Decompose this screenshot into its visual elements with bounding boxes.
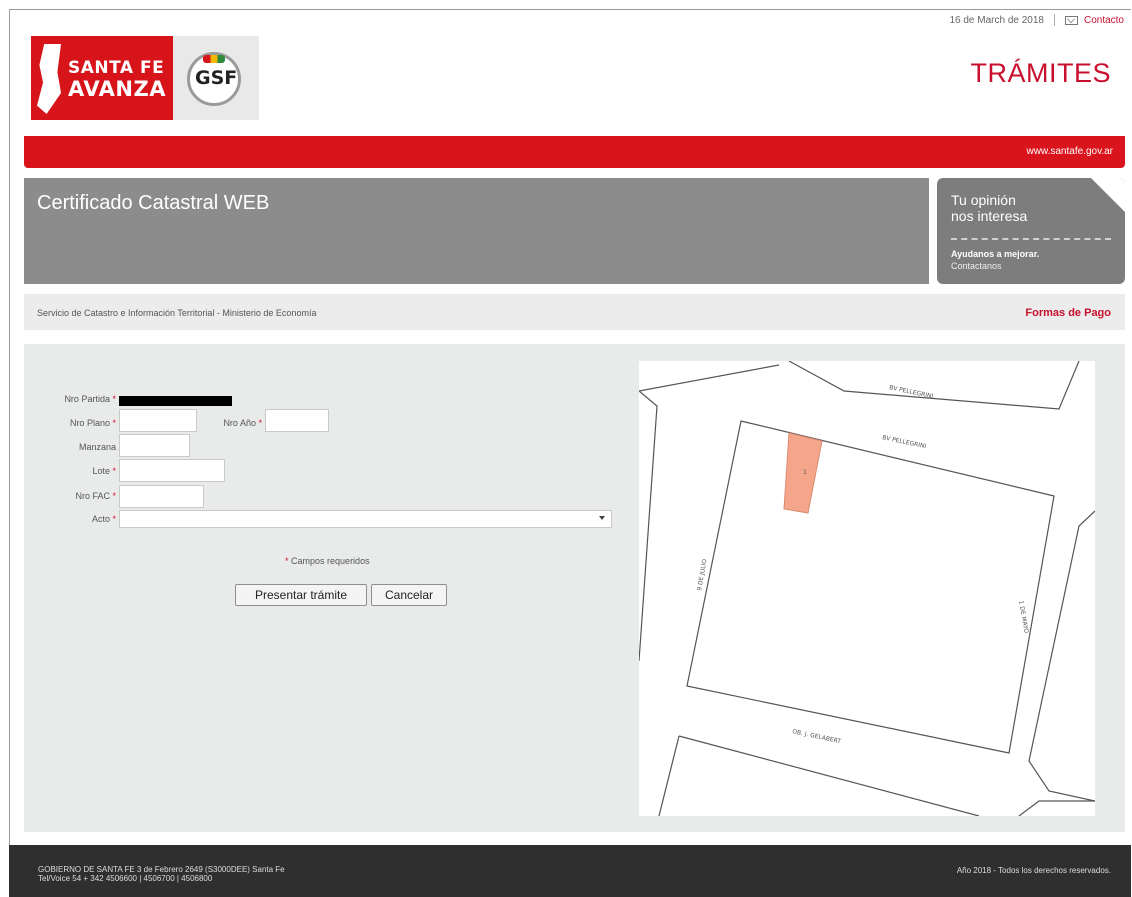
nro-plano-label: Nro Plano *: [69, 418, 116, 428]
feedback-line2: nos interesa: [951, 208, 1028, 224]
block-right: [1028, 510, 1095, 802]
acto-label: Acto *: [91, 514, 116, 524]
lote-input[interactable]: [119, 459, 225, 482]
main-block[interactable]: [686, 420, 1055, 754]
cancel-button[interactable]: Cancelar: [371, 584, 447, 606]
section-title: TRÁMITES: [970, 58, 1111, 88]
site-url-link[interactable]: www.santafe.gov.ar: [1026, 146, 1113, 157]
submit-button[interactable]: Presentar trámite: [235, 584, 367, 606]
service-name: Servicio de Catastro e Información Terri…: [37, 308, 317, 318]
current-date: 16 de March de 2018: [949, 14, 1044, 26]
footer: GOBIERNO DE SANTA FE 3 de Febrero 2649 (…: [9, 845, 1131, 897]
street-label-bottom: OB. J. GELABERT: [792, 728, 842, 745]
lote-label: Lote *: [92, 466, 116, 476]
gsf-logo-text: GSF: [195, 67, 238, 89]
gsf-logo[interactable]: GSF: [173, 36, 259, 120]
block-top: [788, 361, 1080, 410]
divider: [1053, 14, 1055, 26]
page-title: Certificado Catastral WEB: [37, 192, 270, 214]
feedback-contact-link[interactable]: Contactanos: [951, 261, 1002, 271]
nro-fac-label: Nro FAC *: [75, 491, 116, 501]
nro-fac-input[interactable]: [119, 485, 204, 508]
nro-anio-input[interactable]: [265, 409, 329, 432]
block-left: [639, 390, 658, 662]
service-bar: Servicio de Catastro e Información Terri…: [24, 294, 1125, 330]
manzana-label: Manzana: [78, 442, 116, 452]
page-fold-icon: [1091, 178, 1125, 212]
contact-link[interactable]: Contacto: [1084, 15, 1124, 26]
acto-select[interactable]: [119, 510, 612, 528]
logo-text-line1: SANTA FE: [68, 58, 165, 78]
block-bottom-right: [1018, 800, 1095, 816]
required-fields-note: * Campos requeridos: [285, 556, 370, 566]
mail-icon[interactable]: [1064, 15, 1078, 25]
chevron-down-icon: [599, 516, 605, 520]
dashed-divider: [951, 238, 1111, 240]
block-bottom-left: [658, 735, 680, 816]
block-bottom: [678, 735, 980, 816]
nro-anio-label: Nro Año *: [223, 418, 262, 428]
nro-partida-value-redacted: [119, 396, 232, 406]
footer-address: GOBIERNO DE SANTA FE 3 de Febrero 2649 (…: [38, 865, 285, 874]
street-label-top2: BV PELLEGRINI: [882, 434, 927, 450]
footer-phones: Tel/Voice 54 + 342 4506600 | 4506700 | 4…: [38, 874, 213, 883]
logo-text-line2: AVANZA: [68, 77, 166, 101]
province-map-icon: [37, 44, 61, 114]
top-bar: 16 de March de 2018 Contacto: [949, 14, 1124, 26]
page-header: Certificado Catastral WEB: [24, 178, 929, 284]
red-band: www.santafe.gov.ar: [24, 136, 1125, 168]
feedback-box[interactable]: Tu opinión nos interesa Ayudanos a mejor…: [937, 178, 1125, 284]
gsf-colors-icon: [203, 55, 225, 63]
nro-plano-input[interactable]: [119, 409, 197, 432]
footer-rights: Año 2018 - Todos los derechos reservados…: [956, 866, 1111, 875]
nro-partida-label: Nro Partida *: [64, 394, 116, 404]
parcel-map[interactable]: BV PELLEGRINI BV PELLEGRINI 9 DE JULIO 1…: [639, 361, 1095, 816]
block-edge: [639, 364, 780, 392]
manzana-input[interactable]: [119, 434, 190, 457]
feedback-line1: Tu opinión: [951, 192, 1016, 208]
santa-fe-avanza-logo[interactable]: SANTA FE AVANZA: [31, 36, 173, 120]
street-label-top: BV PELLEGRINI: [889, 384, 934, 400]
payment-methods-link[interactable]: Formas de Pago: [1025, 307, 1111, 319]
map-canvas: BV PELLEGRINI BV PELLEGRINI 9 DE JULIO 1…: [639, 361, 1095, 816]
parcel-number: 1: [803, 469, 807, 476]
street-label-right: 1 DE MAYO: [1017, 600, 1030, 634]
feedback-help: Ayudanos a mejorar.: [951, 249, 1040, 259]
